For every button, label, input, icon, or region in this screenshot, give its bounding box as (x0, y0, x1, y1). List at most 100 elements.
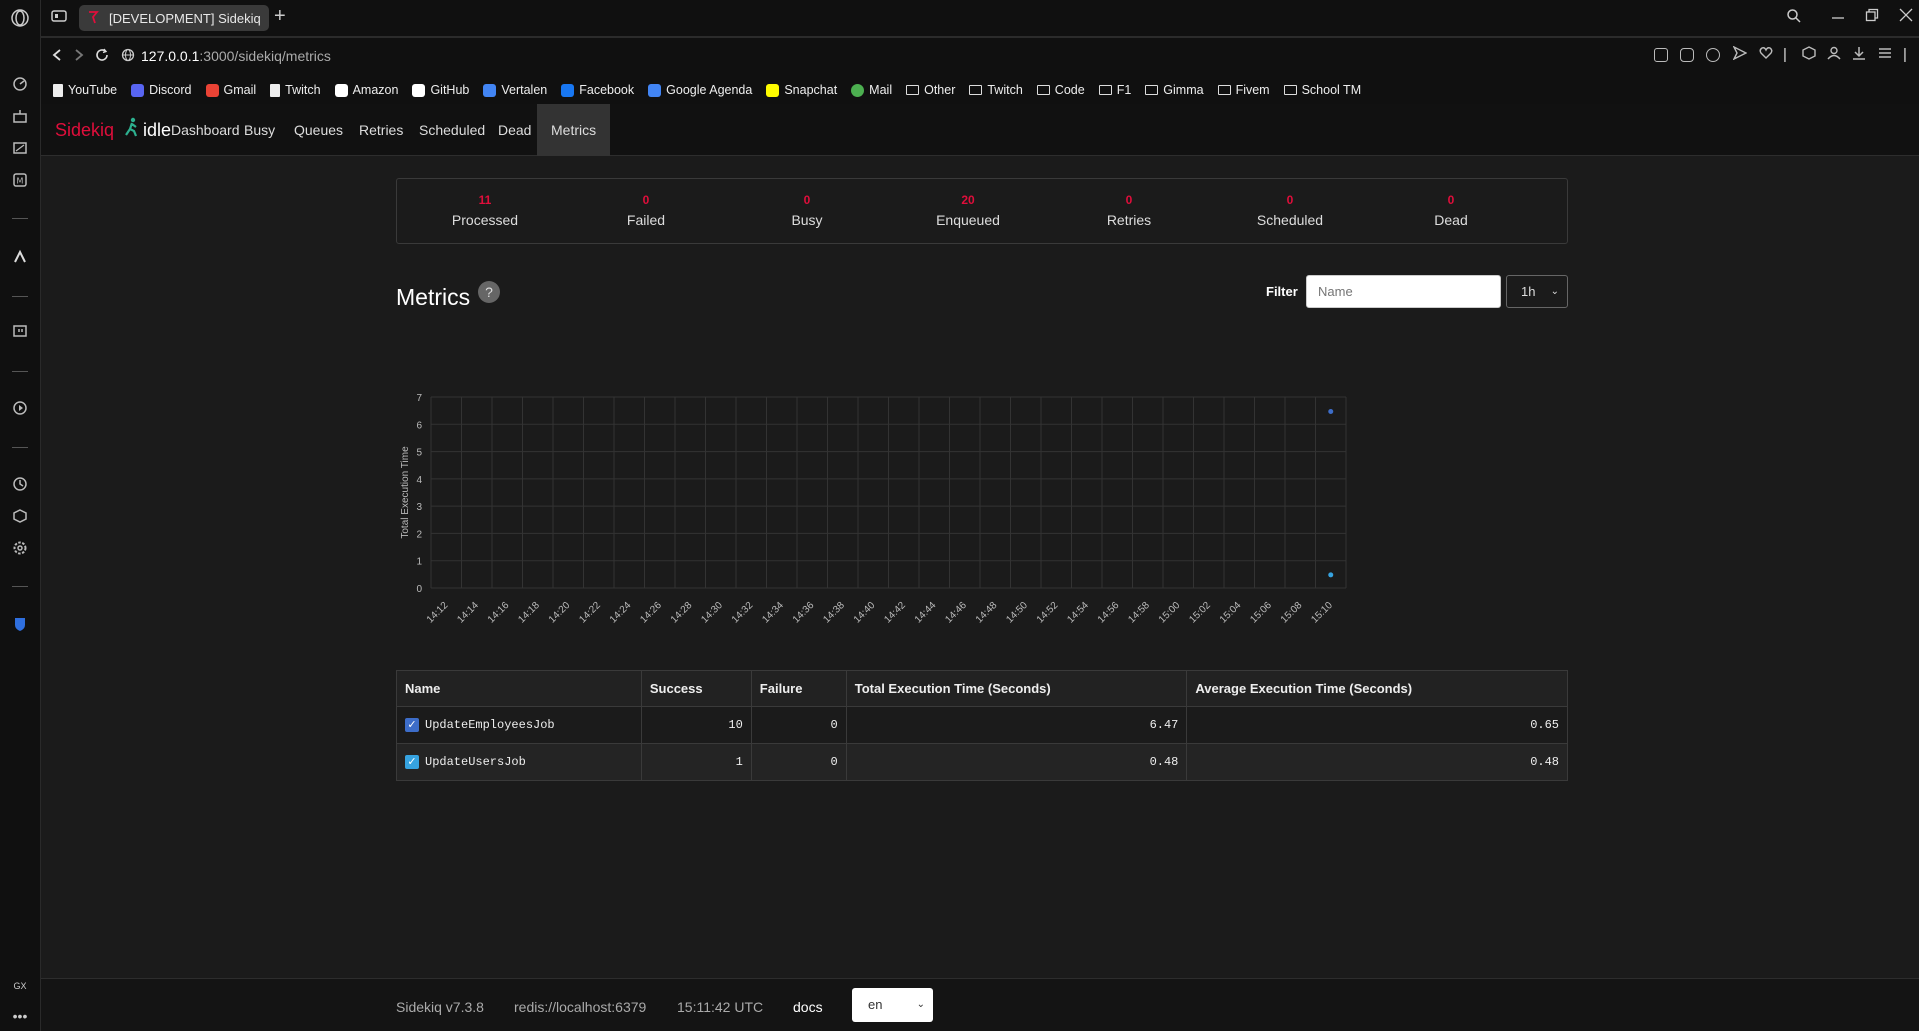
history-icon[interactable] (10, 474, 30, 494)
version-text: Sidekiq v7.3.8 (396, 999, 484, 1015)
restore-icon[interactable] (1865, 8, 1879, 25)
news-icon[interactable] (10, 138, 30, 158)
job-name[interactable]: UpdateUsersJob (425, 755, 526, 769)
bookmark-item[interactable]: Google Agenda (648, 83, 752, 97)
stat-retries[interactable]: 0 Retries (1049, 193, 1209, 228)
bookmark-item[interactable]: Snapchat (766, 83, 837, 97)
help-icon[interactable]: ? (478, 281, 500, 303)
server-time-text: 15:11:42 UTC (677, 999, 764, 1015)
x-tick-label: 14:28 (669, 600, 695, 626)
table-row: ✓ UpdateEmployeesJob 10 0 6.47 0.65 (396, 706, 1568, 744)
x-tick-label: 14:38 (821, 600, 847, 626)
opera-logo-icon[interactable] (10, 8, 30, 28)
gmail-icon (205, 83, 219, 97)
speed-dial-icon[interactable] (10, 74, 30, 94)
bookmark-item[interactable]: Other (906, 83, 955, 97)
bookmark-item[interactable]: Facebook (561, 83, 634, 97)
settings-gear-icon[interactable] (10, 538, 30, 558)
job-name[interactable]: UpdateEmployeesJob (425, 718, 555, 732)
bookmark-item[interactable]: GitHub (412, 83, 469, 97)
stat-enqueued[interactable]: 20 Enqueued (888, 193, 1048, 228)
stat-label: Enqueued (936, 212, 1000, 228)
sidebar-divider (12, 218, 28, 219)
avg-time-cell: 0.48 (1186, 743, 1568, 781)
close-window-icon[interactable] (1899, 8, 1913, 25)
summary-stats-bar: 11 Processed 0 Failed 0 Busy 20 Enqueued 0 Retrie… (396, 178, 1568, 244)
x-tick-label: 15:02 (1187, 600, 1213, 626)
bookmark-item[interactable]: Discord (131, 83, 192, 97)
sidebar-divider (12, 296, 28, 297)
redis-url-text: redis://localhost:6379 (514, 999, 647, 1015)
menu-icon[interactable] (1878, 46, 1892, 64)
aria-icon[interactable] (10, 247, 30, 267)
nav-metrics[interactable]: Metrics (537, 104, 611, 156)
bookmark-item[interactable]: School TM (1283, 83, 1361, 97)
send-icon[interactable] (1732, 45, 1748, 64)
sidekiq-navbar: Sidekiq idle Dashboard Busy Queues Retries S… (41, 104, 1919, 156)
new-tab-button[interactable]: + (274, 6, 286, 26)
period-select[interactable]: 1h ⌄ (1506, 275, 1568, 308)
reload-icon[interactable] (95, 48, 109, 66)
bookmark-label: Fivem (1235, 83, 1270, 97)
bookmark-item[interactable]: Fivem (1217, 83, 1270, 97)
period-value: 1h (1521, 284, 1536, 299)
site-info-icon[interactable] (121, 48, 135, 66)
bookmark-item[interactable]: Gmail (205, 83, 256, 97)
x-tick-label: 15:08 (1279, 600, 1305, 626)
extensions-icon[interactable] (10, 506, 30, 526)
language-value: en (868, 997, 883, 1012)
stat-failed[interactable]: 0 Failed (566, 193, 726, 228)
messenger-icon[interactable]: M (10, 170, 30, 190)
x-tick-label: 14:30 (699, 600, 725, 626)
x-tick-label: 14:40 (852, 600, 878, 626)
twitch-icon[interactable] (10, 322, 30, 342)
search-tabs-icon[interactable] (1786, 8, 1802, 27)
adblock-shield-icon[interactable] (1706, 48, 1720, 62)
url-field[interactable]: 127.0.0.1:3000/sidekiq/metrics (141, 48, 331, 64)
filter-name-input[interactable] (1306, 275, 1501, 308)
stat-processed[interactable]: 11 Processed (405, 193, 565, 228)
failure-cell: 0 (750, 743, 847, 781)
camera-icon[interactable] (1680, 48, 1694, 62)
sidekiq-app: Sidekiq idle Dashboard Busy Queues Retries S… (41, 104, 1919, 1031)
easy-setup-icon[interactable] (1654, 48, 1668, 62)
y-tick-label: 3 (416, 502, 422, 513)
workspaces-icon[interactable] (51, 9, 67, 27)
bookmark-item[interactable]: Amazon (334, 83, 398, 97)
bitwarden-icon[interactable] (10, 614, 30, 634)
gaming-icon[interactable] (10, 106, 30, 126)
bookmark-item[interactable]: Gimma (1145, 83, 1204, 97)
filter-label: Filter (1266, 284, 1298, 299)
more-options-icon[interactable]: ••• (10, 1006, 30, 1026)
download-icon[interactable] (1852, 46, 1866, 64)
bookmark-item[interactable]: YouTube (53, 83, 117, 97)
gx-label[interactable]: GX (10, 976, 30, 996)
stat-value: 11 (478, 193, 492, 207)
stat-value: 0 (1125, 193, 1133, 207)
heart-icon[interactable] (1759, 46, 1773, 64)
profile-icon[interactable] (1827, 46, 1841, 64)
bookmark-item[interactable]: F1 (1098, 83, 1131, 97)
bookmark-item[interactable]: Twitch (270, 83, 321, 97)
docs-link[interactable]: docs (793, 999, 823, 1015)
player-icon[interactable] (10, 398, 30, 418)
x-tick-label: 15:06 (1248, 600, 1274, 626)
bookmark-item[interactable]: Code (1036, 83, 1085, 97)
folder-icon (1098, 85, 1112, 95)
stat-busy[interactable]: 0 Busy (727, 193, 887, 228)
bookmark-item[interactable]: Vertalen (483, 83, 547, 97)
sidekiq-brand[interactable]: Sidekiq (55, 120, 114, 141)
series-toggle-checkbox[interactable]: ✓ (405, 717, 419, 732)
language-select[interactable]: en ⌄ (852, 988, 933, 1022)
minimize-icon[interactable] (1831, 8, 1845, 25)
stat-scheduled[interactable]: 0 Scheduled (1210, 193, 1370, 228)
bookmark-label: Code (1054, 83, 1085, 97)
stat-dead[interactable]: 0 Dead (1371, 193, 1531, 228)
extension-cube-icon[interactable] (1802, 46, 1816, 64)
forward-icon[interactable] (73, 48, 85, 66)
back-icon[interactable] (51, 48, 63, 66)
bookmark-item[interactable]: Twitch (969, 83, 1023, 97)
browser-tab[interactable]: [DEVELOPMENT] Sidekiq (79, 5, 269, 31)
series-toggle-checkbox[interactable]: ✓ (405, 754, 419, 769)
bookmark-item[interactable]: Mail (851, 83, 892, 97)
